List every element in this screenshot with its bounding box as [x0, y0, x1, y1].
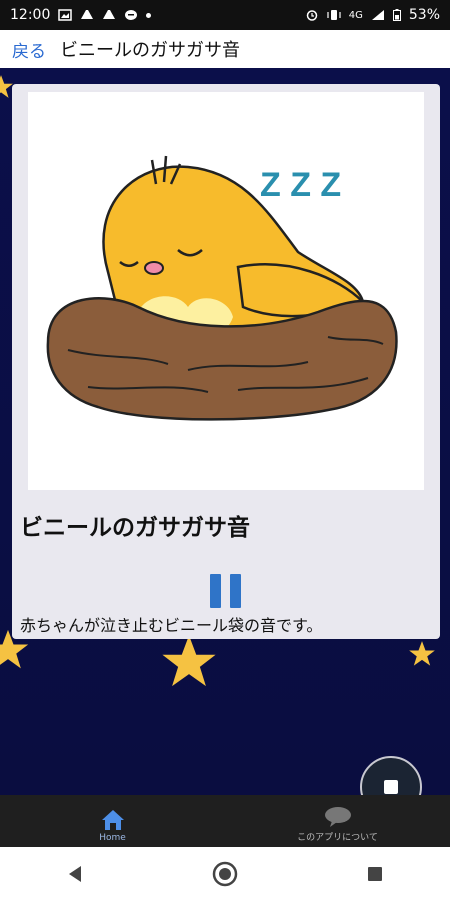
pause-icon	[230, 574, 241, 608]
nav-home-button[interactable]	[205, 854, 245, 894]
vibrate-icon	[327, 10, 341, 20]
status-left: 12:00	[10, 7, 152, 23]
tab-home-label: Home	[99, 833, 126, 843]
tab-home[interactable]: Home	[0, 795, 225, 847]
artstation-icon	[81, 10, 94, 19]
snore-text: Z Z Z	[260, 166, 341, 204]
sound-description: 赤ちゃんが泣き止むビニール袋の音です。	[20, 616, 323, 635]
star-icon	[409, 641, 435, 666]
sleeping-chick-image: Z Z Z	[46, 155, 398, 421]
sound-title: ビニールのガサガサ音	[20, 515, 250, 541]
home-circle-icon	[212, 861, 238, 886]
clock: 12:00	[10, 7, 51, 23]
chat-icon	[125, 10, 138, 20]
back-button[interactable]: 戻る	[12, 37, 46, 62]
nav-back-button[interactable]	[55, 854, 95, 894]
signal-icon	[371, 10, 384, 20]
back-triangle-icon	[69, 865, 81, 882]
sound-illustration: Z Z Z	[28, 92, 424, 490]
network-type: 4G	[348, 9, 363, 21]
tab-about[interactable]: このアプリについて	[225, 795, 450, 847]
page-title: ビニールのガサガサ音	[60, 40, 240, 61]
home-icon	[101, 810, 124, 830]
pause-icon	[210, 574, 221, 608]
artstation-icon	[103, 10, 116, 19]
stop-icon	[384, 780, 398, 794]
alarm-icon	[306, 10, 317, 21]
chat-bubble-icon	[324, 807, 351, 827]
star-icon	[162, 635, 216, 687]
tab-about-label: このアプリについて	[297, 833, 378, 843]
app-header: 戻る ビニールのガサガサ音	[0, 30, 450, 68]
system-nav-bar	[0, 847, 450, 900]
dot-icon	[146, 12, 152, 18]
battery-percent: 53%	[408, 7, 440, 23]
sound-card: Z Z Z ビニールのガサガサ音 赤ちゃんが泣き止むビニール袋の音です。	[12, 84, 440, 639]
battery-icon	[392, 9, 401, 21]
tab-bar: Home このアプリについて	[0, 795, 450, 847]
nav-recents-button[interactable]	[355, 854, 395, 894]
status-right: 4G 53%	[305, 7, 440, 23]
recents-square-icon	[368, 866, 382, 881]
status-bar: 12:00 4G 53%	[0, 0, 450, 30]
image-icon	[58, 9, 73, 21]
pause-button[interactable]	[210, 574, 242, 608]
